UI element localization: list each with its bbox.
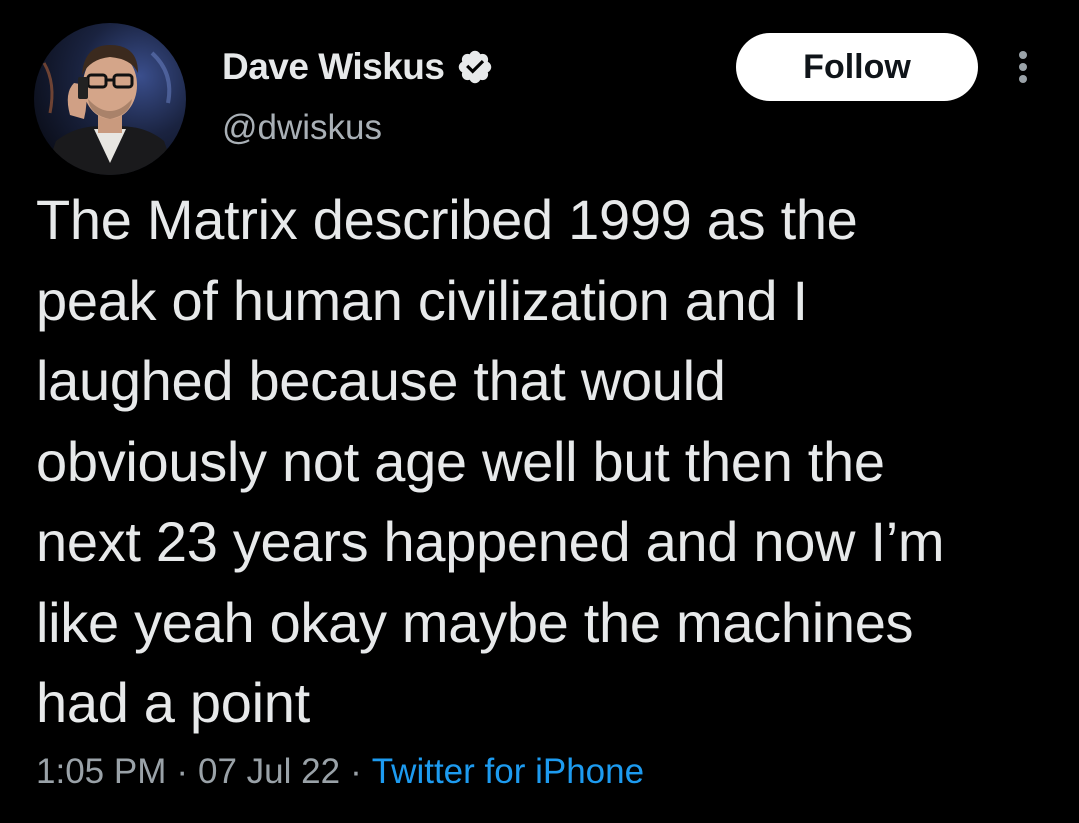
tweet-text-line: The Matrix described 1999 as the	[36, 188, 858, 251]
author-avatar[interactable]	[34, 23, 186, 175]
avatar-image	[34, 23, 186, 175]
tweet-text-line: peak of human civilization and I	[36, 268, 808, 332]
tweet-text: The Matrix described 1999 as the peak of…	[36, 180, 1056, 744]
tweet-card: Dave Wiskus @dwiskus Follow The Matrix d…	[0, 0, 1079, 823]
author-name-row: Dave Wiskus	[222, 44, 494, 90]
tweet-text-line: like yeah okay maybe the machines	[36, 590, 914, 654]
author-display-name[interactable]: Dave Wiskus	[222, 46, 445, 88]
meta-separator: ·	[176, 752, 189, 791]
tweet-text-line: next 23 years happened and now I’m	[36, 510, 945, 573]
verified-badge-icon	[456, 48, 494, 86]
tweet-text-line: had a point	[36, 671, 310, 734]
tweet-source-link[interactable]: Twitter for iPhone	[372, 752, 644, 792]
follow-button[interactable]: Follow	[736, 33, 978, 101]
more-options-icon[interactable]	[1010, 47, 1036, 87]
tweet-text-line: obviously not age well but then the	[36, 429, 885, 493]
tweet-metadata: 1:05 PM · 07 Jul 22 · Twitter for iPhone	[36, 752, 644, 792]
tweet-text-line: laughed because that would	[36, 349, 726, 412]
tweet-time[interactable]: 1:05 PM	[36, 752, 166, 792]
author-handle[interactable]: @dwiskus	[222, 108, 382, 148]
tweet-date[interactable]: 07 Jul 22	[198, 752, 340, 792]
meta-separator: ·	[350, 752, 362, 791]
